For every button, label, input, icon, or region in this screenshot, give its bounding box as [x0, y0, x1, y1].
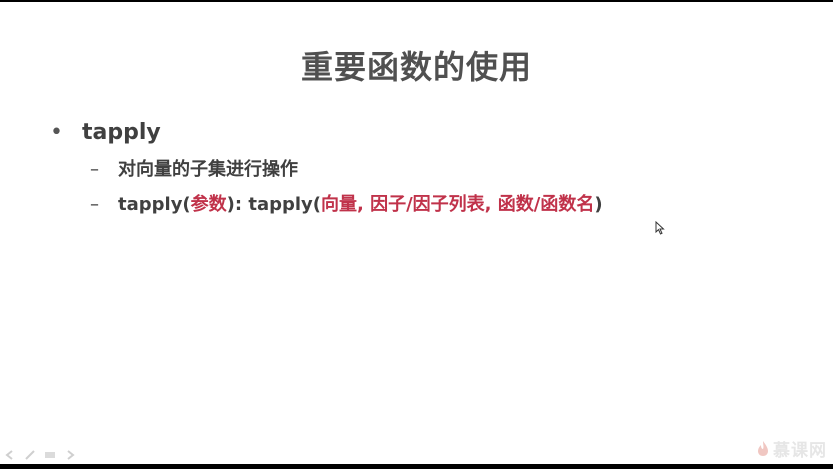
- slideshow-nav-controls: [4, 450, 76, 460]
- bullet-text: tapply: [82, 120, 161, 145]
- bullet-item-tapply: • tapply: [50, 120, 161, 145]
- sub-item-description: – 对向量的子集进行操作: [90, 155, 298, 181]
- sub-item-marker: –: [90, 159, 99, 180]
- signature-line: tapply(参数): tapply(向量, 因子/因子列表, 函数/函数名): [118, 190, 603, 216]
- sub-item-text: 对向量的子集进行操作: [118, 159, 298, 180]
- signature-close: ): [594, 194, 603, 215]
- signature-func-open: tapply(: [118, 194, 191, 215]
- bullet-marker: •: [50, 120, 63, 145]
- sub-item-marker: –: [90, 194, 99, 215]
- next-slide-icon[interactable]: [64, 450, 76, 460]
- slide-title: 重要函数的使用: [300, 48, 532, 86]
- pen-icon[interactable]: [24, 450, 36, 460]
- watermark: 慕课网: [756, 436, 827, 461]
- watermark-text: 慕课网: [773, 441, 827, 461]
- signature-separator: ): tapply(: [226, 194, 321, 215]
- prev-slide-icon[interactable]: [4, 450, 16, 460]
- signature-args: 向量, 因子/因子列表, 函数/函数名: [321, 194, 595, 215]
- menu-icon[interactable]: [44, 450, 56, 460]
- flame-logo-icon: [758, 441, 768, 456]
- sub-item-signature: – tapply(参数): tapply(向量, 因子/因子列表, 函数/函数名…: [90, 190, 603, 216]
- mouse-cursor-icon: [655, 221, 665, 235]
- signature-param-label: 参数: [190, 194, 227, 215]
- slide-canvas: 重要函数的使用 • tapply – 对向量的子集进行操作 – tapply(参…: [0, 2, 833, 464]
